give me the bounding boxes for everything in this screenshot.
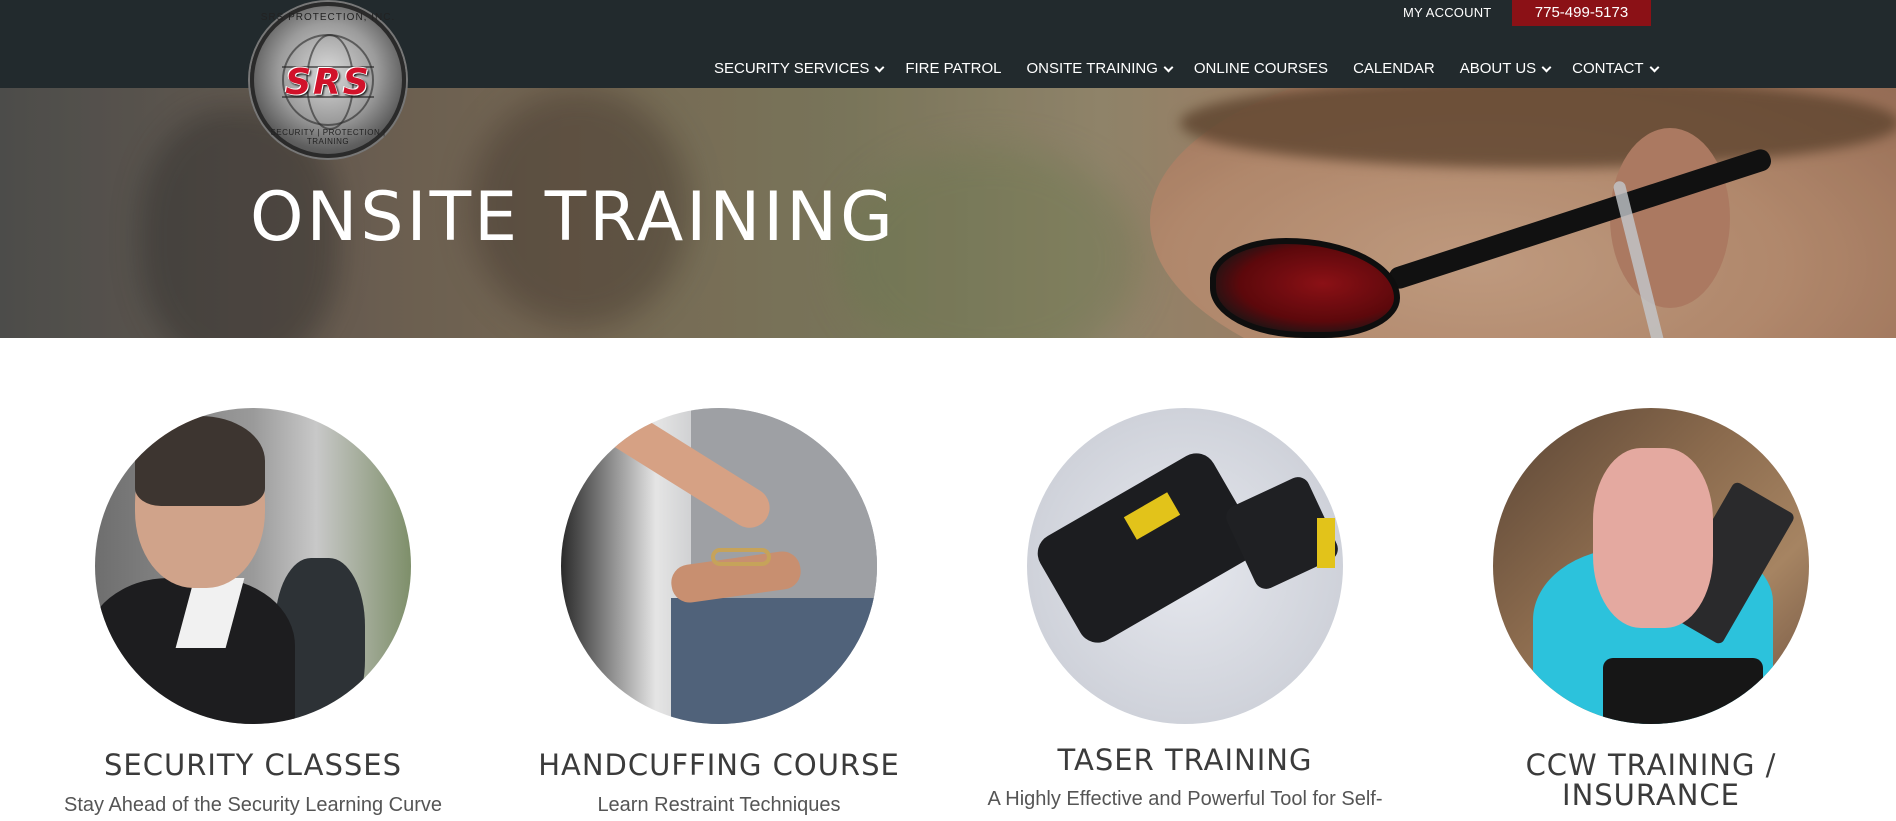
nav-label: CONTACT [1572,60,1644,77]
training-cards: SECURITY CLASSES Stay Ahead of the Secur… [0,408,1896,821]
nav-online-courses[interactable]: ONLINE COURSES [1194,58,1328,80]
card-subtitle: Learn Restraint Techniques [597,794,841,816]
page-title: ONSITE TRAINING [250,178,896,257]
card-title[interactable]: HANDCUFFING COURSE [529,750,909,780]
card-title-line2[interactable]: INSURANCE [1461,780,1841,810]
ccw-photo[interactable] [1493,408,1809,724]
handcuffs-icon [711,548,771,566]
site-logo[interactable]: SRS PROTECTION, INC. SRS SECURITY | PROT… [250,2,406,158]
phone-button[interactable]: 775-499-5173 [1512,0,1651,26]
nav-onsite-training[interactable]: ONSITE TRAINING [1026,58,1174,80]
taser-photo[interactable] [1027,408,1343,724]
card-title[interactable]: SECURITY CLASSES [63,750,443,780]
card-title-line1[interactable]: CCW TRAINING / [1461,750,1841,780]
security-classes-photo[interactable] [95,408,411,724]
my-account-link[interactable]: MY ACCOUNT [1403,4,1491,22]
chevron-down-icon [1541,62,1552,72]
nav-label: SECURITY SERVICES [714,60,870,77]
nav-calendar[interactable]: CALENDAR [1353,58,1435,80]
nav-label: ONSITE TRAINING [1026,60,1158,77]
handcuffing-photo[interactable] [561,408,877,724]
nav-fire-patrol[interactable]: FIRE PATROL [905,58,1001,80]
nav-security-services[interactable]: SECURITY SERVICES [714,58,885,80]
logo-mark: SRS [285,62,371,103]
nav-label: ABOUT US [1459,60,1537,77]
nav-about-us[interactable]: ABOUT US [1459,58,1552,80]
chevron-down-icon [1649,62,1659,72]
nav-label: CALENDAR [1353,60,1435,77]
chevron-down-icon [1163,62,1174,72]
card-subtitle: Stay Ahead of the Security Learning Curv… [63,794,442,816]
main-nav: SECURITY SERVICES FIRE PATROL ONSITE TRA… [714,58,1659,80]
nav-label: ONLINE COURSES [1193,60,1329,77]
nav-label: FIRE PATROL [905,60,1002,77]
nav-contact[interactable]: CONTACT [1572,58,1659,80]
chevron-down-icon [874,62,885,72]
card-title[interactable]: TASER TRAINING [995,745,1375,775]
logo-ring-top: SRS PROTECTION, INC. [260,12,396,23]
card-subtitle: A Highly Effective and Powerful Tool for… [987,788,1383,810]
logo-ring-bottom: SECURITY | PROTECTION | TRAINING [270,128,386,146]
